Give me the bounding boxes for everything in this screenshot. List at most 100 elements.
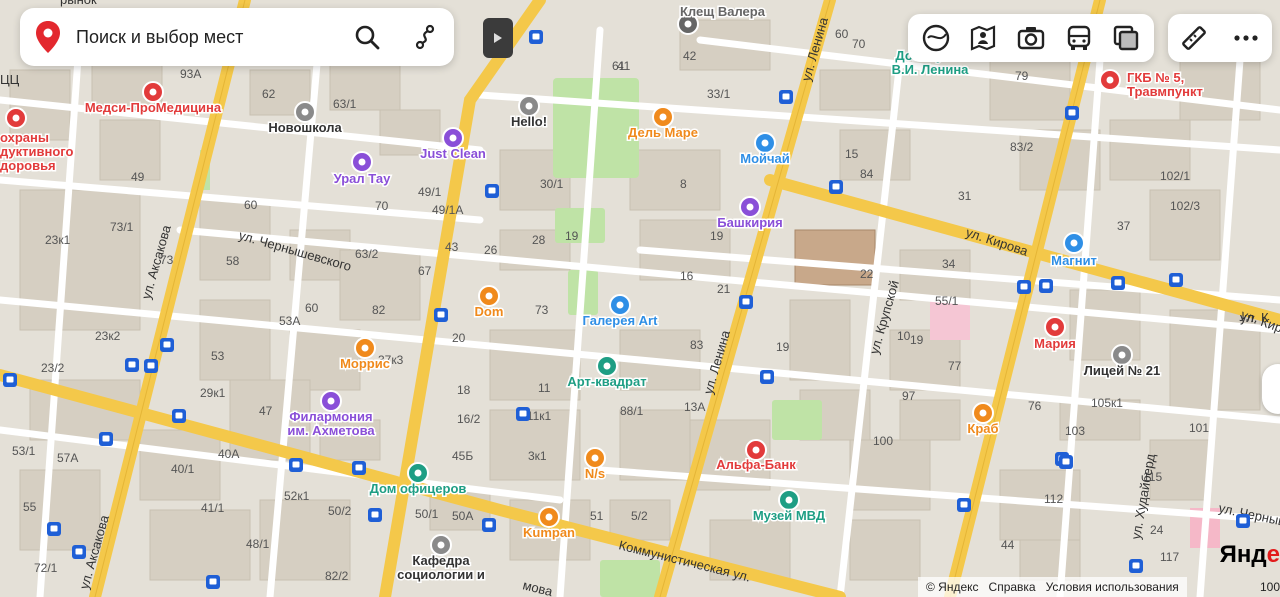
bus-stop-icon bbox=[368, 508, 382, 522]
bus-stop-icon bbox=[485, 184, 499, 198]
house-number: 53/1 bbox=[12, 444, 36, 458]
transport-button[interactable] bbox=[1057, 16, 1101, 60]
school-icon bbox=[1111, 344, 1133, 366]
house-number: 88/1 bbox=[620, 404, 644, 418]
restaurant-icon bbox=[972, 402, 994, 424]
bus-stop-icon bbox=[1236, 514, 1250, 528]
cafe-icon bbox=[538, 506, 560, 528]
house-number: 60 bbox=[305, 301, 319, 315]
house-number: 40/1 bbox=[171, 462, 195, 476]
panel-toggle-button[interactable] bbox=[483, 18, 513, 58]
museum-icon bbox=[596, 355, 618, 377]
house-number: 50А bbox=[452, 509, 473, 523]
bus-stop-icon bbox=[434, 308, 448, 322]
restaurant-icon bbox=[478, 285, 500, 307]
restaurant-icon bbox=[354, 337, 376, 359]
house-number: 103 bbox=[1065, 424, 1085, 438]
house-number: 57А bbox=[57, 451, 78, 465]
poi-label: Мария bbox=[1034, 336, 1076, 351]
layers-button[interactable] bbox=[914, 16, 958, 60]
hospital-icon bbox=[142, 81, 164, 103]
house-number: 112 bbox=[1044, 492, 1063, 506]
search-button[interactable] bbox=[338, 8, 396, 66]
house-number: 40А bbox=[218, 447, 239, 461]
map-type-button[interactable] bbox=[1104, 16, 1148, 60]
poi-label: Медси-ПроМедицина bbox=[85, 100, 222, 115]
side-panel-handle[interactable] bbox=[1262, 364, 1280, 414]
house-number: 31 bbox=[958, 189, 972, 203]
house-number: 47 bbox=[259, 404, 273, 418]
house-number: 29к1 bbox=[200, 386, 226, 400]
search-input[interactable]: Поиск и выбор мест bbox=[76, 27, 338, 48]
poi-label: ГКБ № 5, bbox=[1127, 70, 1184, 85]
house-number: 55/1 bbox=[935, 294, 959, 308]
bus-stop-icon bbox=[1059, 455, 1073, 469]
terms-link[interactable]: Условия использования bbox=[1046, 580, 1179, 594]
house-number: 11 bbox=[538, 381, 551, 395]
photo-button[interactable] bbox=[1009, 16, 1053, 60]
house-number: 76 bbox=[1028, 399, 1042, 413]
map-footer: © Яндекс Справка Условия использования bbox=[918, 577, 1187, 597]
bus-stop-icon bbox=[160, 338, 174, 352]
poi-label: Арт-квадрат bbox=[567, 374, 646, 389]
house-number: 45Б bbox=[452, 449, 473, 463]
house-number: 23/2 bbox=[41, 361, 65, 375]
panorama-button[interactable] bbox=[961, 16, 1005, 60]
house-number: 37 bbox=[1117, 219, 1131, 233]
house-number: 101 bbox=[1189, 421, 1209, 435]
bus-stop-icon bbox=[1111, 276, 1125, 290]
house-number: 3к1 bbox=[528, 449, 547, 463]
poi-label: Лицей № 21 bbox=[1084, 363, 1161, 378]
more-dots-icon bbox=[1234, 35, 1258, 41]
bus-stop-icon bbox=[289, 458, 303, 472]
route-button[interactable] bbox=[396, 8, 454, 66]
corner-label: ул. К bbox=[1240, 310, 1269, 325]
bus-stop-icon bbox=[1017, 280, 1031, 294]
ruler-button[interactable] bbox=[1172, 16, 1216, 60]
poi-label: Моррис bbox=[340, 356, 390, 371]
bus-stop-icon bbox=[1169, 273, 1183, 287]
more-button[interactable] bbox=[1224, 16, 1268, 60]
play-icon bbox=[494, 33, 502, 43]
house-number: 23к1 bbox=[45, 233, 71, 247]
house-number: 20 bbox=[452, 331, 466, 345]
shop-icon bbox=[754, 132, 776, 154]
poi-label: Филармония bbox=[289, 409, 372, 424]
brand-accent: е bbox=[1266, 541, 1280, 568]
star-icon bbox=[407, 462, 429, 484]
poi-22[interactable]: N/s bbox=[583, 447, 607, 483]
house-number: 41 bbox=[617, 59, 631, 73]
poi-label: Клещ Валера bbox=[680, 4, 766, 19]
bus-stop-icon bbox=[3, 373, 17, 387]
corner-label: ЦЦ bbox=[0, 72, 20, 87]
house-number: 49/1 bbox=[418, 185, 442, 199]
house-number: 100 bbox=[873, 434, 893, 448]
poi-label: Новошкола bbox=[268, 120, 342, 135]
search-bar[interactable]: Поиск и выбор мест bbox=[20, 8, 454, 66]
route-icon bbox=[415, 24, 435, 50]
poi-label: социологии и bbox=[397, 567, 485, 582]
ruler-icon bbox=[1182, 26, 1206, 50]
house-number: 77 bbox=[948, 359, 962, 373]
house-number: 43 bbox=[445, 240, 459, 254]
house-number: 19 bbox=[565, 229, 579, 243]
poi-label: Музей МВД bbox=[753, 508, 826, 523]
poi-label: Мойчай bbox=[740, 151, 790, 166]
house-number: 28 bbox=[532, 233, 546, 247]
bus-stop-icon bbox=[779, 90, 793, 104]
house-number: 21 bbox=[717, 282, 731, 296]
bus-stop-icon bbox=[47, 522, 61, 536]
poi-label: Галерея Art bbox=[583, 313, 659, 328]
poi-label: N/s bbox=[585, 466, 605, 481]
city-map[interactable]: 61427093А6263/14133/160794949/130/1 88410… bbox=[0, 0, 1280, 597]
house-number: 60 bbox=[244, 198, 258, 212]
yandex-logo: Янде bbox=[1220, 541, 1280, 569]
bus-stop-icon bbox=[529, 30, 543, 44]
help-link[interactable]: Справка bbox=[989, 580, 1036, 594]
hospital-icon bbox=[5, 107, 27, 129]
house-number: 73/1 bbox=[110, 220, 134, 234]
bus-stop-icon bbox=[72, 545, 86, 559]
copyright-link[interactable]: © Яндекс bbox=[926, 580, 979, 594]
bus-stop-icon bbox=[99, 432, 113, 446]
house-number: 117 bbox=[1160, 550, 1179, 564]
